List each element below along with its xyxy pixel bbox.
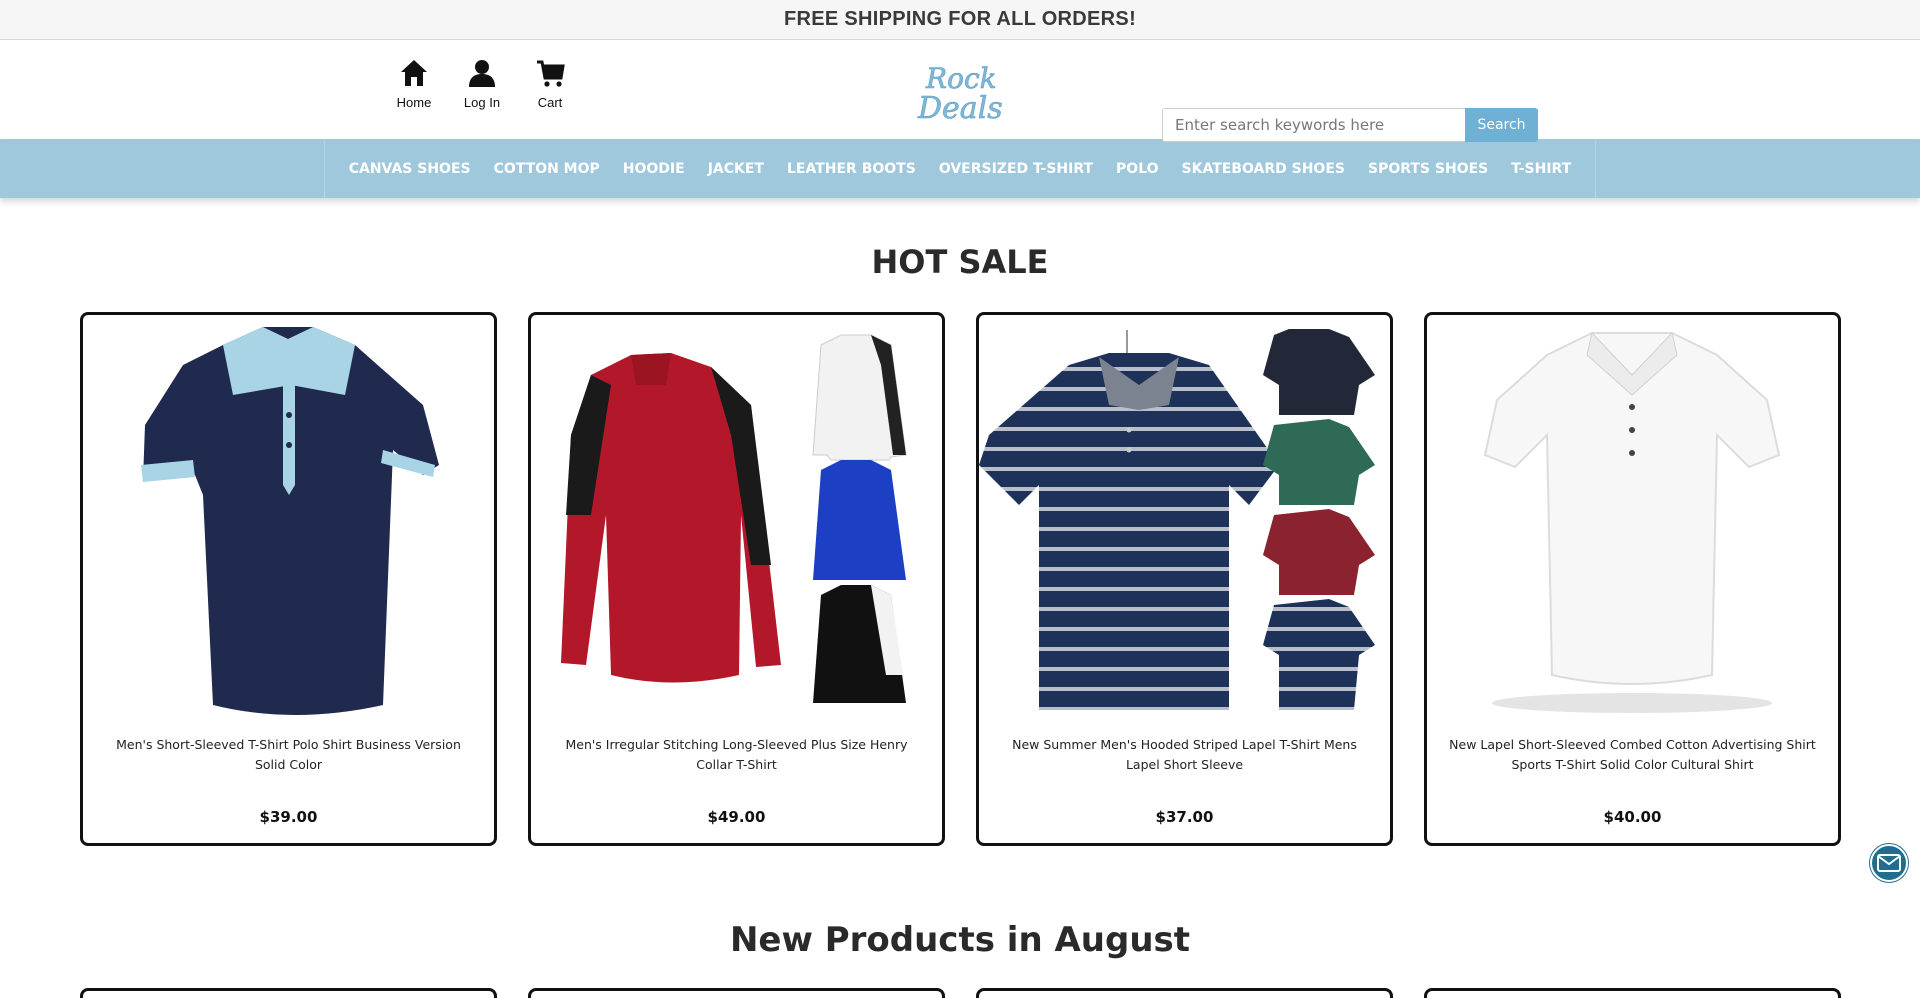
logo-line2: Deals bbox=[917, 91, 1003, 124]
category-sports-shoes[interactable]: SPORTS SHOES bbox=[1356, 161, 1499, 177]
category-leather-boots[interactable]: LEATHER BOOTS bbox=[775, 161, 927, 177]
nav-home-label: Home bbox=[396, 95, 432, 110]
product-image bbox=[1483, 331, 1781, 713]
search-input[interactable] bbox=[1162, 108, 1465, 142]
product-name: New Summer Men's Hooded Striped Lapel T-… bbox=[1012, 737, 1357, 772]
product-price: $49.00 bbox=[707, 808, 766, 826]
category-nav: CANVAS SHOES COTTON MOP HOODIE JACKET LE… bbox=[0, 139, 1920, 198]
product-image bbox=[561, 334, 907, 703]
quick-nav: Home Log In Cart bbox=[380, 58, 584, 110]
product-card[interactable]: Men's Irregular Stitching Long-Sleeved P… bbox=[528, 312, 945, 846]
product-price: $39.00 bbox=[259, 808, 318, 826]
category-canvas-shoes[interactable]: CANVAS SHOES bbox=[337, 161, 482, 177]
category-t-shirt[interactable]: T-SHIRT bbox=[1500, 161, 1583, 177]
announcement-bar: FREE SHIPPING FOR ALL ORDERS! bbox=[0, 0, 1920, 40]
announcement-text: FREE SHIPPING FOR ALL ORDERS! bbox=[783, 8, 1137, 30]
cart-icon bbox=[537, 60, 565, 87]
product-card[interactable]: Men's Short-Sleeved T-Shirt Polo Shirt B… bbox=[80, 312, 497, 846]
nav-login[interactable]: Log In bbox=[448, 58, 516, 110]
new-products-title: New Products in August bbox=[729, 920, 1191, 960]
hot-sale-grid: Men's Short-Sleeved T-Shirt Polo Shirt B… bbox=[80, 312, 1841, 846]
product-card[interactable]: New Summer Men's Hooded Striped Lapel T-… bbox=[976, 312, 1393, 846]
site-header: Home Log In Cart Rock Deals Search bbox=[0, 40, 1920, 142]
nav-home[interactable]: Home bbox=[380, 58, 448, 110]
rock-deals-logo[interactable]: Rock Deals bbox=[916, 58, 1006, 124]
new-products-grid bbox=[80, 988, 1841, 998]
nav-cart-label: Cart bbox=[537, 95, 563, 110]
category-polo[interactable]: POLO bbox=[1105, 161, 1171, 177]
category-skateboard-shoes[interactable]: SKATEBOARD SHOES bbox=[1170, 161, 1356, 177]
product-name: New Lapel Short-Sleeved Combed Cotton Ad… bbox=[1449, 737, 1816, 772]
product-card[interactable] bbox=[80, 988, 497, 998]
product-image bbox=[979, 329, 1375, 710]
product-card[interactable] bbox=[528, 988, 945, 998]
category-cotton-mop[interactable]: COTTON MOP bbox=[482, 161, 611, 177]
product-price: $40.00 bbox=[1603, 808, 1662, 826]
category-nav-list: CANVAS SHOES COTTON MOP HOODIE JACKET LE… bbox=[324, 139, 1596, 198]
hot-sale-title: HOT SALE bbox=[871, 243, 1049, 281]
category-oversized-t-shirt[interactable]: OVERSIZED T-SHIRT bbox=[927, 161, 1104, 177]
search-bar: Search bbox=[1162, 108, 1538, 142]
user-icon bbox=[469, 60, 495, 87]
category-hoodie[interactable]: HOODIE bbox=[611, 161, 696, 177]
product-card[interactable]: New Lapel Short-Sleeved Combed Cotton Ad… bbox=[1424, 312, 1841, 846]
category-jacket[interactable]: JACKET bbox=[696, 161, 775, 177]
nav-cart[interactable]: Cart bbox=[516, 58, 584, 110]
product-image bbox=[141, 327, 439, 715]
mail-icon bbox=[1877, 854, 1901, 872]
product-name: Men's Irregular Stitching Long-Sleeved P… bbox=[565, 737, 908, 772]
product-card[interactable] bbox=[1424, 988, 1841, 998]
nav-login-label: Log In bbox=[463, 95, 501, 110]
product-price: $37.00 bbox=[1155, 808, 1214, 826]
search-button[interactable]: Search bbox=[1465, 108, 1538, 142]
home-icon bbox=[401, 60, 427, 86]
product-name: Men's Short-Sleeved T-Shirt Polo Shirt B… bbox=[116, 737, 461, 772]
contact-mail-button[interactable] bbox=[1870, 844, 1908, 882]
product-card[interactable] bbox=[976, 988, 1393, 998]
